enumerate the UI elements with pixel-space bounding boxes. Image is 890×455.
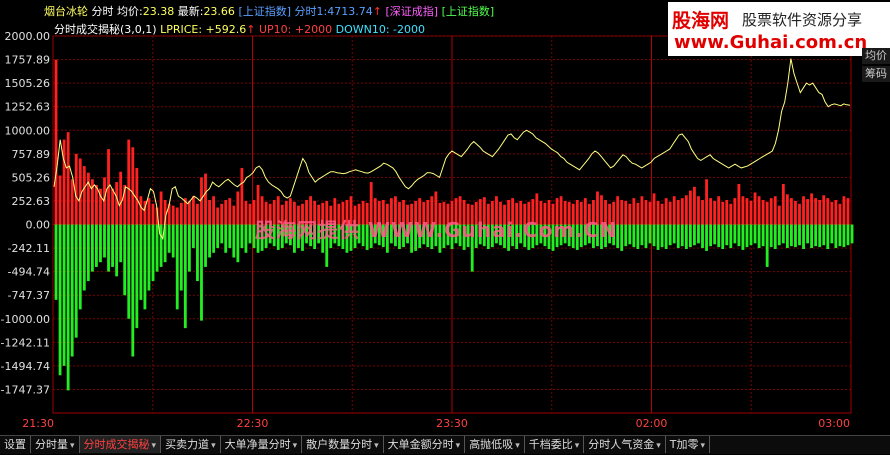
y-tick-label: 252.63 [12, 195, 51, 208]
tab-label: 分时量 [35, 438, 68, 451]
tab-label: T加零 [669, 438, 699, 451]
tab-5[interactable]: 散户数量分时 ▾ [302, 436, 384, 453]
tab-10[interactable]: T加零 ▾ [666, 436, 711, 453]
y-tick-label: 2000.00 [5, 30, 51, 43]
watermark: 股海网提供 WWW.Guhai.Com.CN [255, 218, 618, 242]
chevron-down-icon: ▾ [700, 441, 706, 451]
y-tick-label: 1505.26 [5, 77, 51, 90]
tab-label: 大单金额分时 [387, 438, 454, 451]
avg-value: 23.38 [142, 5, 175, 18]
tab-4[interactable]: 大单净量分时 ▾ [221, 436, 303, 453]
lprice-up-icon: ↑ [246, 23, 256, 36]
logo-name: 股海网 [672, 10, 730, 32]
tab-label: 高抛低吸 [469, 438, 514, 451]
side-button-chips[interactable]: 筹码 [862, 66, 890, 82]
index3-link[interactable]: [上证指数] [442, 5, 495, 18]
tab-label: 买卖力道 [165, 438, 210, 451]
chevron-down-icon: ▾ [374, 441, 379, 451]
y-tick-label: -747.37 [8, 289, 50, 302]
tab-label: 散户数量分时 [306, 438, 373, 451]
tab-0[interactable]: 设置 [0, 436, 31, 453]
y-tick-label: 1000.00 [5, 124, 51, 137]
y-tick-label: -1000.00 [1, 313, 50, 326]
indicator-tabs: 设置 分时量 ▾ 分时成交揭秘 ▾ 买卖力道 ▾ 大单净量分时 ▾ 散户数量分时 ▾ 大单金额分时 ▾ 高… [0, 435, 890, 454]
site-logo: 股海网 股票软件资源分享 www.Guhai.com.cn [660, 0, 890, 60]
x-tick-label: 03:00 [818, 417, 850, 430]
indicator-name: 分时成交揭秘(3,0,1) [54, 23, 157, 36]
x-tick-label: 22:30 [237, 417, 269, 430]
tab-label: 千档委比 [528, 438, 573, 451]
chevron-down-icon: ▾ [455, 441, 461, 451]
chevron-down-icon: ▾ [656, 441, 661, 451]
header-bar: 烟台冰轮 分时 均价:23.38 最新:23.66 [上证指数] 分时1:471… [44, 3, 494, 19]
chevron-down-icon: ▾ [211, 441, 216, 451]
tab-6[interactable]: 大单金额分时 ▾ [384, 436, 466, 453]
index2-link[interactable]: [深证成指] [385, 5, 438, 18]
up10-value: UP10: +2000 [259, 23, 333, 36]
tab-label: 分时成交揭秘 [83, 438, 150, 451]
tab-3[interactable]: 买卖力道 ▾ [161, 436, 221, 453]
logo-slogan: 股票软件资源分享 [742, 11, 863, 29]
time1-value: 4713.74 [327, 5, 373, 18]
y-tick-label: 505.26 [12, 171, 51, 184]
x-axis-labels: 21:30 22:30 23:30 02:00 03:00 [22, 417, 850, 430]
time1-label: 分时1: [294, 5, 328, 18]
tab-label: 大单净量分时 [224, 438, 291, 451]
indicator-bar: 分时成交揭秘(3,0,1) LPRICE: +592.6↑ UP10: +200… [54, 21, 425, 37]
chevron-down-icon: ▾ [515, 441, 520, 451]
tab-2[interactable]: 分时成交揭秘 ▾ [79, 436, 162, 453]
x-tick-label: 02:00 [636, 417, 668, 430]
y-tick-label: -1242.11 [1, 336, 50, 349]
down10-value: DOWN10: -2000 [335, 23, 426, 36]
side-button-avg[interactable]: 均价 [862, 48, 890, 64]
tab-1[interactable]: 分时量 ▾ [31, 436, 80, 453]
y-tick-label: 1252.63 [5, 101, 51, 114]
avg-label: 均价: [117, 5, 143, 18]
index1-link[interactable]: [上证指数] [238, 5, 291, 18]
y-tick-label: 0.00 [26, 219, 51, 232]
y-tick-label: -1494.74 [1, 360, 50, 373]
y-tick-label: 1757.89 [5, 54, 51, 67]
logo-url: www.Guhai.com.cn [674, 32, 868, 53]
x-tick-label: 23:30 [436, 417, 468, 430]
chevron-down-icon: ▾ [292, 441, 298, 451]
tab-8[interactable]: 千档委比 ▾ [525, 436, 585, 453]
tab-label: 分时人气资金 [588, 438, 655, 451]
tab-7[interactable]: 高抛低吸 ▾ [465, 436, 525, 453]
tab-9[interactable]: 分时人气资金 ▾ [584, 436, 666, 453]
mode-label: 分时 [91, 5, 114, 18]
up-arrow-icon: ↑ [372, 5, 382, 18]
x-tick-label: 21:30 [22, 417, 54, 430]
latest-value: 23.66 [203, 5, 235, 18]
tab-label: 设置 [4, 438, 26, 451]
chevron-down-icon: ▾ [151, 441, 157, 451]
y-tick-label: -1747.37 [1, 383, 50, 396]
y-tick-label: -242.11 [8, 242, 50, 255]
y-tick-label: -494.74 [8, 266, 50, 279]
stock-name: 烟台冰轮 [44, 5, 88, 18]
lprice-value: LPRICE: +592.6 [160, 23, 247, 36]
latest-label: 最新: [177, 5, 204, 18]
chevron-down-icon: ▾ [574, 441, 580, 451]
y-axis-labels: 2000.00 1757.89 1505.26 1252.63 1000.00 757.8… [1, 30, 50, 396]
chevron-down-icon: ▾ [70, 441, 75, 451]
y-tick-label: 757.89 [12, 148, 51, 161]
